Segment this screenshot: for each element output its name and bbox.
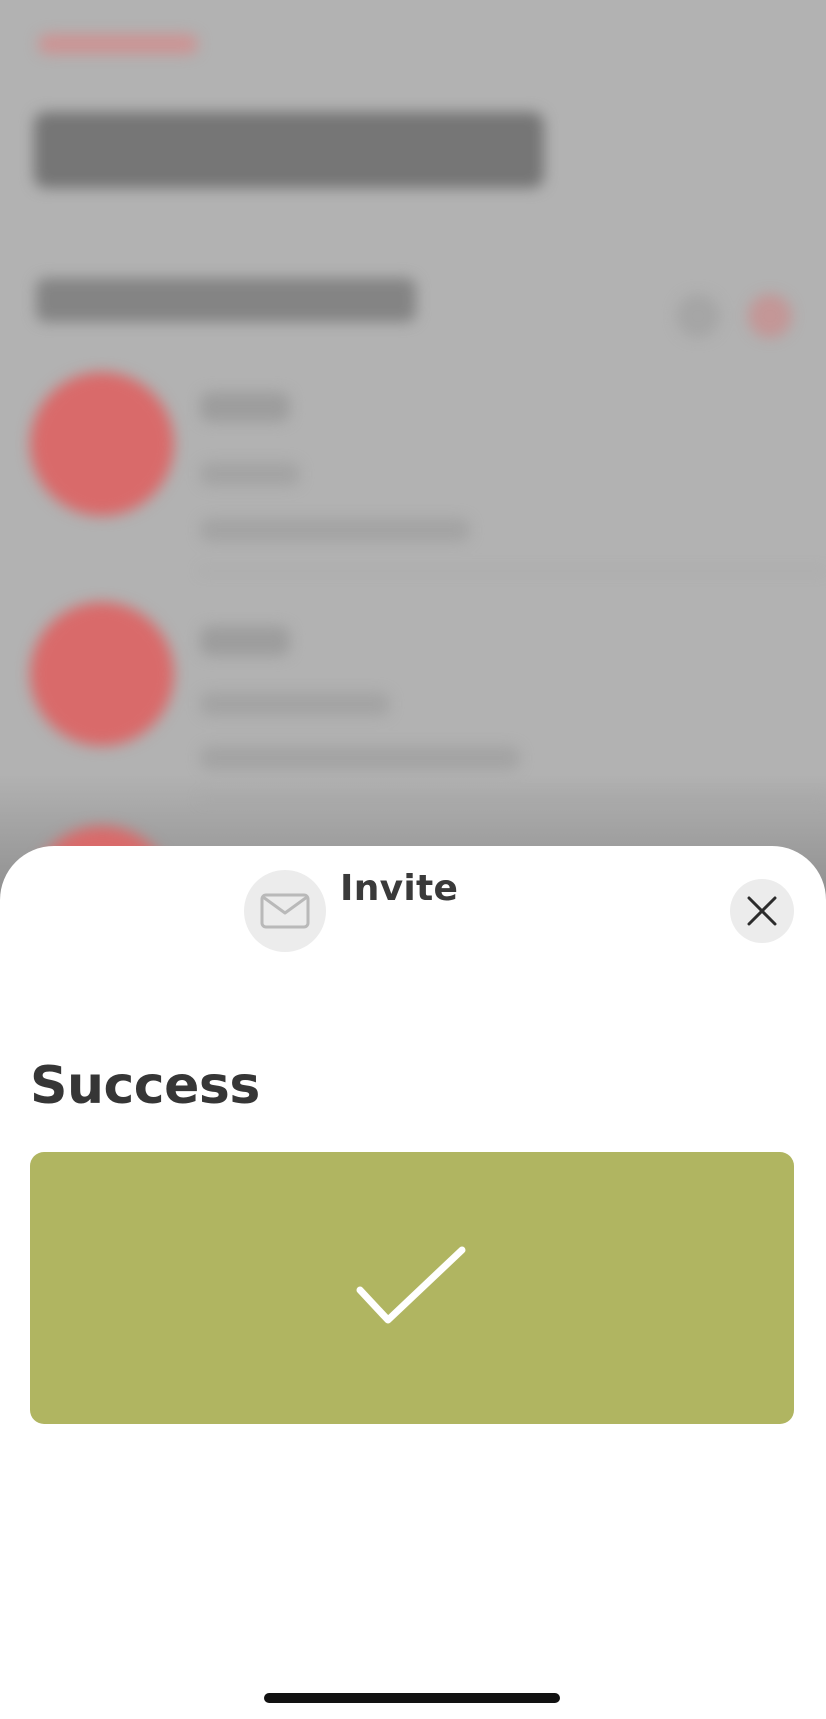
checkmark-icon <box>356 1246 466 1324</box>
background-action-icon <box>676 294 720 338</box>
background-section-heading <box>36 278 416 322</box>
success-heading: Success <box>30 1056 260 1116</box>
background-avatar <box>30 602 174 746</box>
background-add-icon <box>748 294 792 338</box>
background-page <box>0 0 826 970</box>
background-content-blurred <box>0 0 826 970</box>
success-panel <box>30 1152 794 1424</box>
close-button[interactable] <box>730 879 794 943</box>
background-page-title <box>34 112 544 188</box>
background-divider <box>200 570 826 572</box>
background-list-text <box>200 518 470 542</box>
background-back-link <box>38 34 198 54</box>
background-list-text <box>200 692 390 716</box>
home-indicator[interactable] <box>264 1693 560 1703</box>
close-icon <box>747 896 777 926</box>
background-list-text <box>200 392 290 422</box>
envelope-icon <box>244 870 326 952</box>
invite-sheet: Invite Success <box>0 846 826 1719</box>
background-list-text <box>200 462 300 486</box>
sheet-title: Invite <box>340 868 459 909</box>
background-divider <box>200 798 826 800</box>
background-list-text <box>200 626 290 656</box>
background-avatar <box>30 372 174 516</box>
background-list-text <box>200 746 520 770</box>
